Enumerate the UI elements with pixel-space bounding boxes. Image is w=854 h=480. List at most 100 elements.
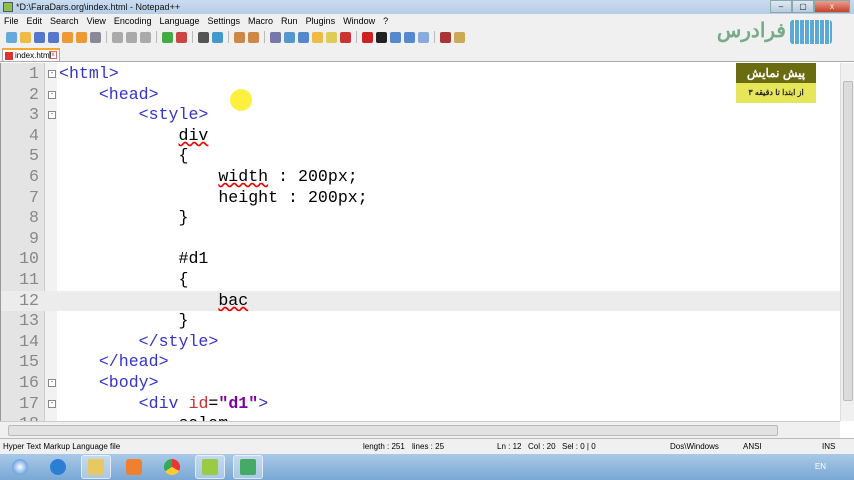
code-line[interactable]: 15 </head> — [1, 352, 840, 373]
start-button[interactable] — [5, 455, 35, 479]
code-line[interactable]: 13 } — [1, 311, 840, 332]
menu-window[interactable]: Window — [343, 14, 375, 28]
fold-toggle-icon[interactable]: - — [48, 70, 56, 78]
fold-toggle-icon[interactable]: - — [48, 90, 56, 99]
toolbar-button-34-icon[interactable] — [440, 31, 451, 43]
toolbar-button-32-icon[interactable] — [418, 31, 429, 43]
toolbar-button-6-icon[interactable] — [90, 31, 101, 43]
line-number: 6 — [29, 167, 39, 186]
toolbar-button-1-icon[interactable] — [20, 31, 31, 43]
fold-toggle-icon[interactable]: - — [48, 111, 56, 120]
toolbar-button-22-icon[interactable] — [284, 31, 295, 43]
menu-settings[interactable]: Settings — [208, 14, 241, 28]
code-line[interactable]: 8 } — [1, 208, 840, 229]
toolbar-button-13-icon[interactable] — [176, 31, 187, 43]
code-line[interactable]: 16 - <body> — [1, 373, 840, 394]
code-line[interactable]: 18 salam — [1, 414, 840, 421]
code-line[interactable]: 5 { — [1, 146, 840, 167]
code-line[interactable]: 6 width : 200px; — [1, 167, 840, 188]
code-text: <head> — [98, 84, 159, 104]
code-line[interactable]: 17- <div id="d1"> — [1, 394, 840, 415]
toolbar-button-29-icon[interactable] — [376, 31, 387, 43]
toolbar-button-25-icon[interactable] — [326, 31, 337, 43]
code-line[interactable]: 14 </style> — [1, 332, 840, 353]
toolbar-button-35-icon[interactable] — [454, 31, 465, 43]
chrome-icon — [164, 459, 180, 475]
menu-help[interactable]: ? — [383, 14, 388, 28]
status-mode: INS — [822, 442, 836, 451]
tab-index-html[interactable]: index.html x — [2, 48, 60, 62]
close-button[interactable]: x — [814, 0, 850, 13]
vertical-scrollbar[interactable] — [840, 63, 854, 421]
toolbar-button-26-icon[interactable] — [340, 31, 351, 43]
toolbar-button-5-icon[interactable] — [76, 31, 87, 43]
horizontal-scrollbar[interactable] — [0, 421, 840, 438]
taskbar-explorer[interactable] — [81, 455, 111, 479]
toolbar-button-12-icon[interactable] — [162, 31, 173, 43]
code-line[interactable]: 4 div — [1, 126, 840, 147]
code-line[interactable]: 12 bac — [1, 290, 840, 312]
code-text: div — [178, 125, 209, 145]
horizontal-scroll-thumb[interactable] — [8, 425, 778, 436]
vertical-scroll-thumb[interactable] — [843, 81, 853, 401]
toolbar-button-30-icon[interactable] — [390, 31, 401, 43]
code-line[interactable]: 2- <head> — [1, 85, 840, 106]
code-text: } — [59, 208, 189, 228]
menu-encoding[interactable]: Encoding — [114, 14, 152, 28]
menu-search[interactable]: Search — [50, 14, 79, 28]
toolbar-button-24-icon[interactable] — [312, 31, 323, 43]
taskbar-media[interactable] — [119, 455, 149, 479]
tab-close-icon[interactable]: x — [49, 51, 57, 59]
code-text: <body> — [98, 373, 159, 392]
toolbar-button-15-icon[interactable] — [198, 31, 209, 43]
toolbar-separator — [156, 31, 157, 43]
menu-plugins[interactable]: Plugins — [306, 14, 336, 28]
menu-language[interactable]: Language — [159, 14, 199, 28]
code-line[interactable]: 9 — [1, 229, 840, 250]
code-line[interactable]: 11 { — [1, 270, 840, 291]
menu-file[interactable]: File — [4, 14, 19, 28]
toolbar-button-3-icon[interactable] — [48, 31, 59, 43]
toolbar-button-18-icon[interactable] — [234, 31, 245, 43]
taskbar-ie[interactable] — [43, 455, 73, 479]
menu-macro[interactable]: Macro — [248, 14, 273, 28]
code-line[interactable]: 1 - <html> — [1, 64, 840, 85]
fold-toggle-icon[interactable]: - — [48, 399, 56, 408]
toolbar-button-10-icon[interactable] — [140, 31, 151, 43]
toolbar-button-0-icon[interactable] — [6, 31, 17, 43]
code-line[interactable]: 7 height : 200px; — [1, 188, 840, 209]
recorder-icon — [240, 459, 256, 475]
book-icon — [790, 19, 832, 44]
line-number: 17 — [19, 393, 39, 413]
status-encoding: ANSI — [743, 442, 762, 451]
toolbar-button-2-icon[interactable] — [34, 31, 45, 43]
toolbar-button-28-icon[interactable] — [362, 31, 373, 43]
code-line[interactable]: 10 #d1 — [1, 249, 840, 270]
code-line[interactable]: 3- <style> — [1, 105, 840, 126]
taskbar-chrome[interactable] — [157, 455, 187, 479]
code-text: <html> — [59, 64, 119, 83]
toolbar-button-31-icon[interactable] — [404, 31, 415, 43]
menu-run[interactable]: Run — [281, 14, 298, 28]
line-number: 13 — [19, 311, 39, 331]
toolbar-button-4-icon[interactable] — [62, 31, 73, 43]
menu-view[interactable]: View — [87, 14, 106, 28]
toolbar-button-19-icon[interactable] — [248, 31, 259, 43]
toolbar-button-23-icon[interactable] — [298, 31, 309, 43]
toolbar-button-21-icon[interactable] — [270, 31, 281, 43]
language-indicator[interactable]: EN — [815, 462, 826, 471]
fold-toggle-icon[interactable]: - — [48, 379, 56, 387]
taskbar-notepadpp[interactable] — [195, 455, 225, 479]
tab-bar: index.html x — [0, 46, 854, 62]
minimize-button[interactable]: – — [770, 0, 792, 13]
toolbar-button-9-icon[interactable] — [126, 31, 137, 43]
menu-edit[interactable]: Edit — [27, 14, 43, 28]
toolbar-button-16-icon[interactable] — [212, 31, 223, 43]
toolbar-button-8-icon[interactable] — [112, 31, 123, 43]
code-text: </head> — [98, 352, 169, 372]
maximize-button[interactable]: ▢ — [792, 0, 814, 13]
code-editor[interactable]: 1- <html> 2- <head> 3- <style> 4 div 5 {6 wid… — [0, 63, 840, 421]
windows-icon — [12, 459, 28, 475]
toolbar-separator — [228, 31, 229, 43]
taskbar-recorder[interactable] — [233, 455, 263, 479]
